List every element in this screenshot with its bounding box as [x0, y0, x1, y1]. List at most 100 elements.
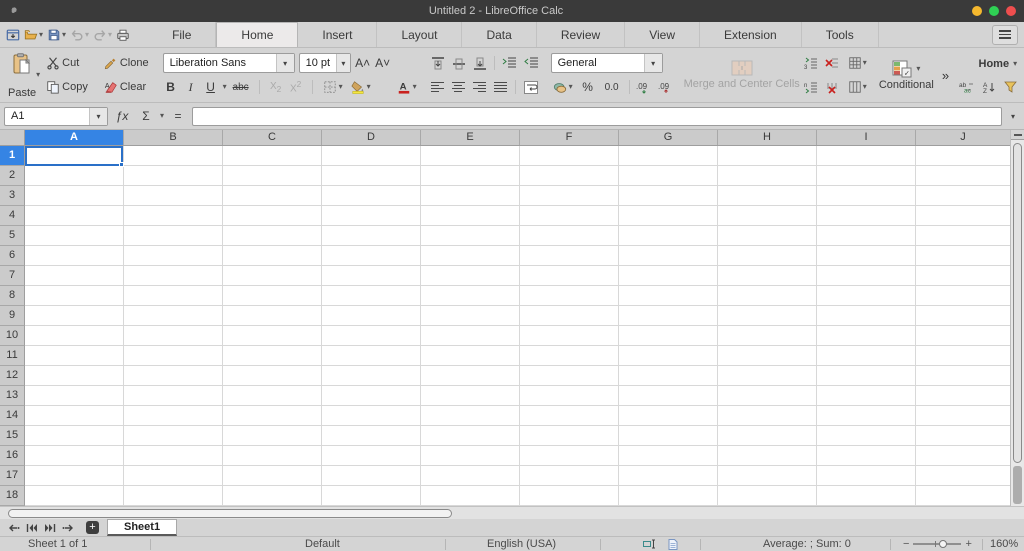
cell-E3[interactable] — [421, 186, 520, 206]
delete-columns-icon[interactable] — [825, 81, 839, 94]
formula-input[interactable] — [192, 106, 1002, 126]
cell-I11[interactable] — [817, 346, 916, 366]
cell-B3[interactable] — [124, 186, 223, 206]
cell-C11[interactable] — [223, 346, 322, 366]
column-header-B[interactable]: B — [124, 130, 223, 145]
paste-button[interactable]: Paste — [8, 51, 36, 99]
cell-F1[interactable] — [520, 146, 619, 166]
cell-C15[interactable] — [223, 426, 322, 446]
formula-button[interactable]: = — [168, 109, 188, 123]
row-header-17[interactable]: 17 — [0, 466, 25, 486]
cell-E16[interactable] — [421, 446, 520, 466]
cell-H10[interactable] — [718, 326, 817, 346]
cell-G16[interactable] — [619, 446, 718, 466]
language-status[interactable]: English (USA) — [487, 538, 556, 550]
cell-B17[interactable] — [124, 466, 223, 486]
subscript-button[interactable]: X2 — [268, 81, 284, 94]
sum-average-status[interactable]: Average: ; Sum: 0 — [763, 538, 851, 550]
cell-H11[interactable] — [718, 346, 817, 366]
insert-row-below-icon[interactable]: n — [804, 81, 818, 94]
cell-G17[interactable] — [619, 466, 718, 486]
cell-I10[interactable] — [817, 326, 916, 346]
cell-B12[interactable] — [124, 366, 223, 386]
vertical-scrollbar-thumb[interactable] — [1013, 143, 1022, 463]
save-dropdown-arrow[interactable]: ▾ — [62, 30, 66, 39]
cell-G3[interactable] — [619, 186, 718, 206]
cell-F16[interactable] — [520, 446, 619, 466]
cell-I8[interactable] — [817, 286, 916, 306]
cell-E9[interactable] — [421, 306, 520, 326]
cell-I3[interactable] — [817, 186, 916, 206]
add-decimal-place-icon[interactable]: .09 — [636, 81, 652, 94]
cell-B13[interactable] — [124, 386, 223, 406]
row-header-14[interactable]: 14 — [0, 406, 25, 426]
cell-G8[interactable] — [619, 286, 718, 306]
align-center-button[interactable] — [451, 81, 465, 93]
cell-J10[interactable] — [916, 326, 1010, 346]
decrease-indent-icon[interactable] — [523, 57, 539, 69]
open-dropdown-arrow[interactable]: ▾ — [39, 30, 43, 39]
cell-F13[interactable] — [520, 386, 619, 406]
cell-B9[interactable] — [124, 306, 223, 326]
paste-dropdown-arrow[interactable]: ▾ — [36, 71, 40, 79]
cell-A15[interactable] — [25, 426, 124, 446]
number-format-combobox[interactable]: General ▾ — [550, 53, 663, 73]
zoom-level-value[interactable]: 160% — [990, 538, 1018, 550]
next-sheet-button[interactable] — [44, 523, 56, 533]
cell-A18[interactable] — [25, 486, 124, 506]
cell-E7[interactable] — [421, 266, 520, 286]
cell-C8[interactable] — [223, 286, 322, 306]
cell-F17[interactable] — [520, 466, 619, 486]
cell-H8[interactable] — [718, 286, 817, 306]
cell-G2[interactable] — [619, 166, 718, 186]
cell-I18[interactable] — [817, 486, 916, 506]
column-header-G[interactable]: G — [619, 130, 718, 145]
clear-formatting-button[interactable]: A Clear — [102, 75, 151, 99]
cell-A2[interactable] — [25, 166, 124, 186]
cell-J14[interactable] — [916, 406, 1010, 426]
column-header-J[interactable]: J — [916, 130, 1010, 145]
toolbar-overflow-button[interactable]: » — [934, 68, 957, 83]
row-header-5[interactable]: 5 — [0, 226, 25, 246]
document-modified-icon[interactable] — [668, 539, 678, 551]
cell-J5[interactable] — [916, 226, 1010, 246]
vertical-scrollbar[interactable] — [1010, 130, 1024, 506]
page-style-status[interactable]: Default — [305, 538, 340, 550]
maximize-button[interactable] — [989, 6, 999, 16]
row-header-4[interactable]: 4 — [0, 206, 25, 226]
cell-E6[interactable] — [421, 246, 520, 266]
grow-font-button[interactable]: A˄ — [355, 56, 371, 70]
cell-B6[interactable] — [124, 246, 223, 266]
cell-E2[interactable] — [421, 166, 520, 186]
cell-J7[interactable] — [916, 266, 1010, 286]
cell-B1[interactable] — [124, 146, 223, 166]
cell-F4[interactable] — [520, 206, 619, 226]
context-menu-dropdown-arrow[interactable]: ▾ — [1013, 59, 1017, 68]
cell-A6[interactable] — [25, 246, 124, 266]
cell-D15[interactable] — [322, 426, 421, 446]
name-box-dropdown-arrow[interactable]: ▾ — [89, 107, 107, 125]
cell-E5[interactable] — [421, 226, 520, 246]
number-format-dropdown-arrow[interactable]: ▾ — [643, 54, 662, 72]
cell-C12[interactable] — [223, 366, 322, 386]
cell-E1[interactable] — [421, 146, 520, 166]
font-color-button[interactable]: A ▾ — [395, 79, 419, 95]
cell-F8[interactable] — [520, 286, 619, 306]
cell-B15[interactable] — [124, 426, 223, 446]
cell-F3[interactable] — [520, 186, 619, 206]
borders-button[interactable]: ▾ — [321, 79, 345, 95]
select-all-corner[interactable] — [0, 130, 25, 145]
column-operations-dropdown-arrow[interactable]: ▾ — [863, 83, 867, 91]
cell-B8[interactable] — [124, 286, 223, 306]
tab-review[interactable]: Review — [536, 22, 626, 47]
undo-button[interactable]: ▾ — [70, 28, 89, 42]
cell-A7[interactable] — [25, 266, 124, 286]
cell-J8[interactable] — [916, 286, 1010, 306]
underline-dropdown-arrow[interactable]: ▾ — [223, 83, 227, 91]
vertical-scrollbar-track[interactable] — [1013, 466, 1022, 504]
zoom-slider-knob[interactable] — [939, 540, 948, 548]
insert-columns-button[interactable]: ▾ — [846, 55, 869, 71]
zoom-in-button[interactable]: + — [965, 538, 971, 550]
cell-H18[interactable] — [718, 486, 817, 506]
cell-G9[interactable] — [619, 306, 718, 326]
